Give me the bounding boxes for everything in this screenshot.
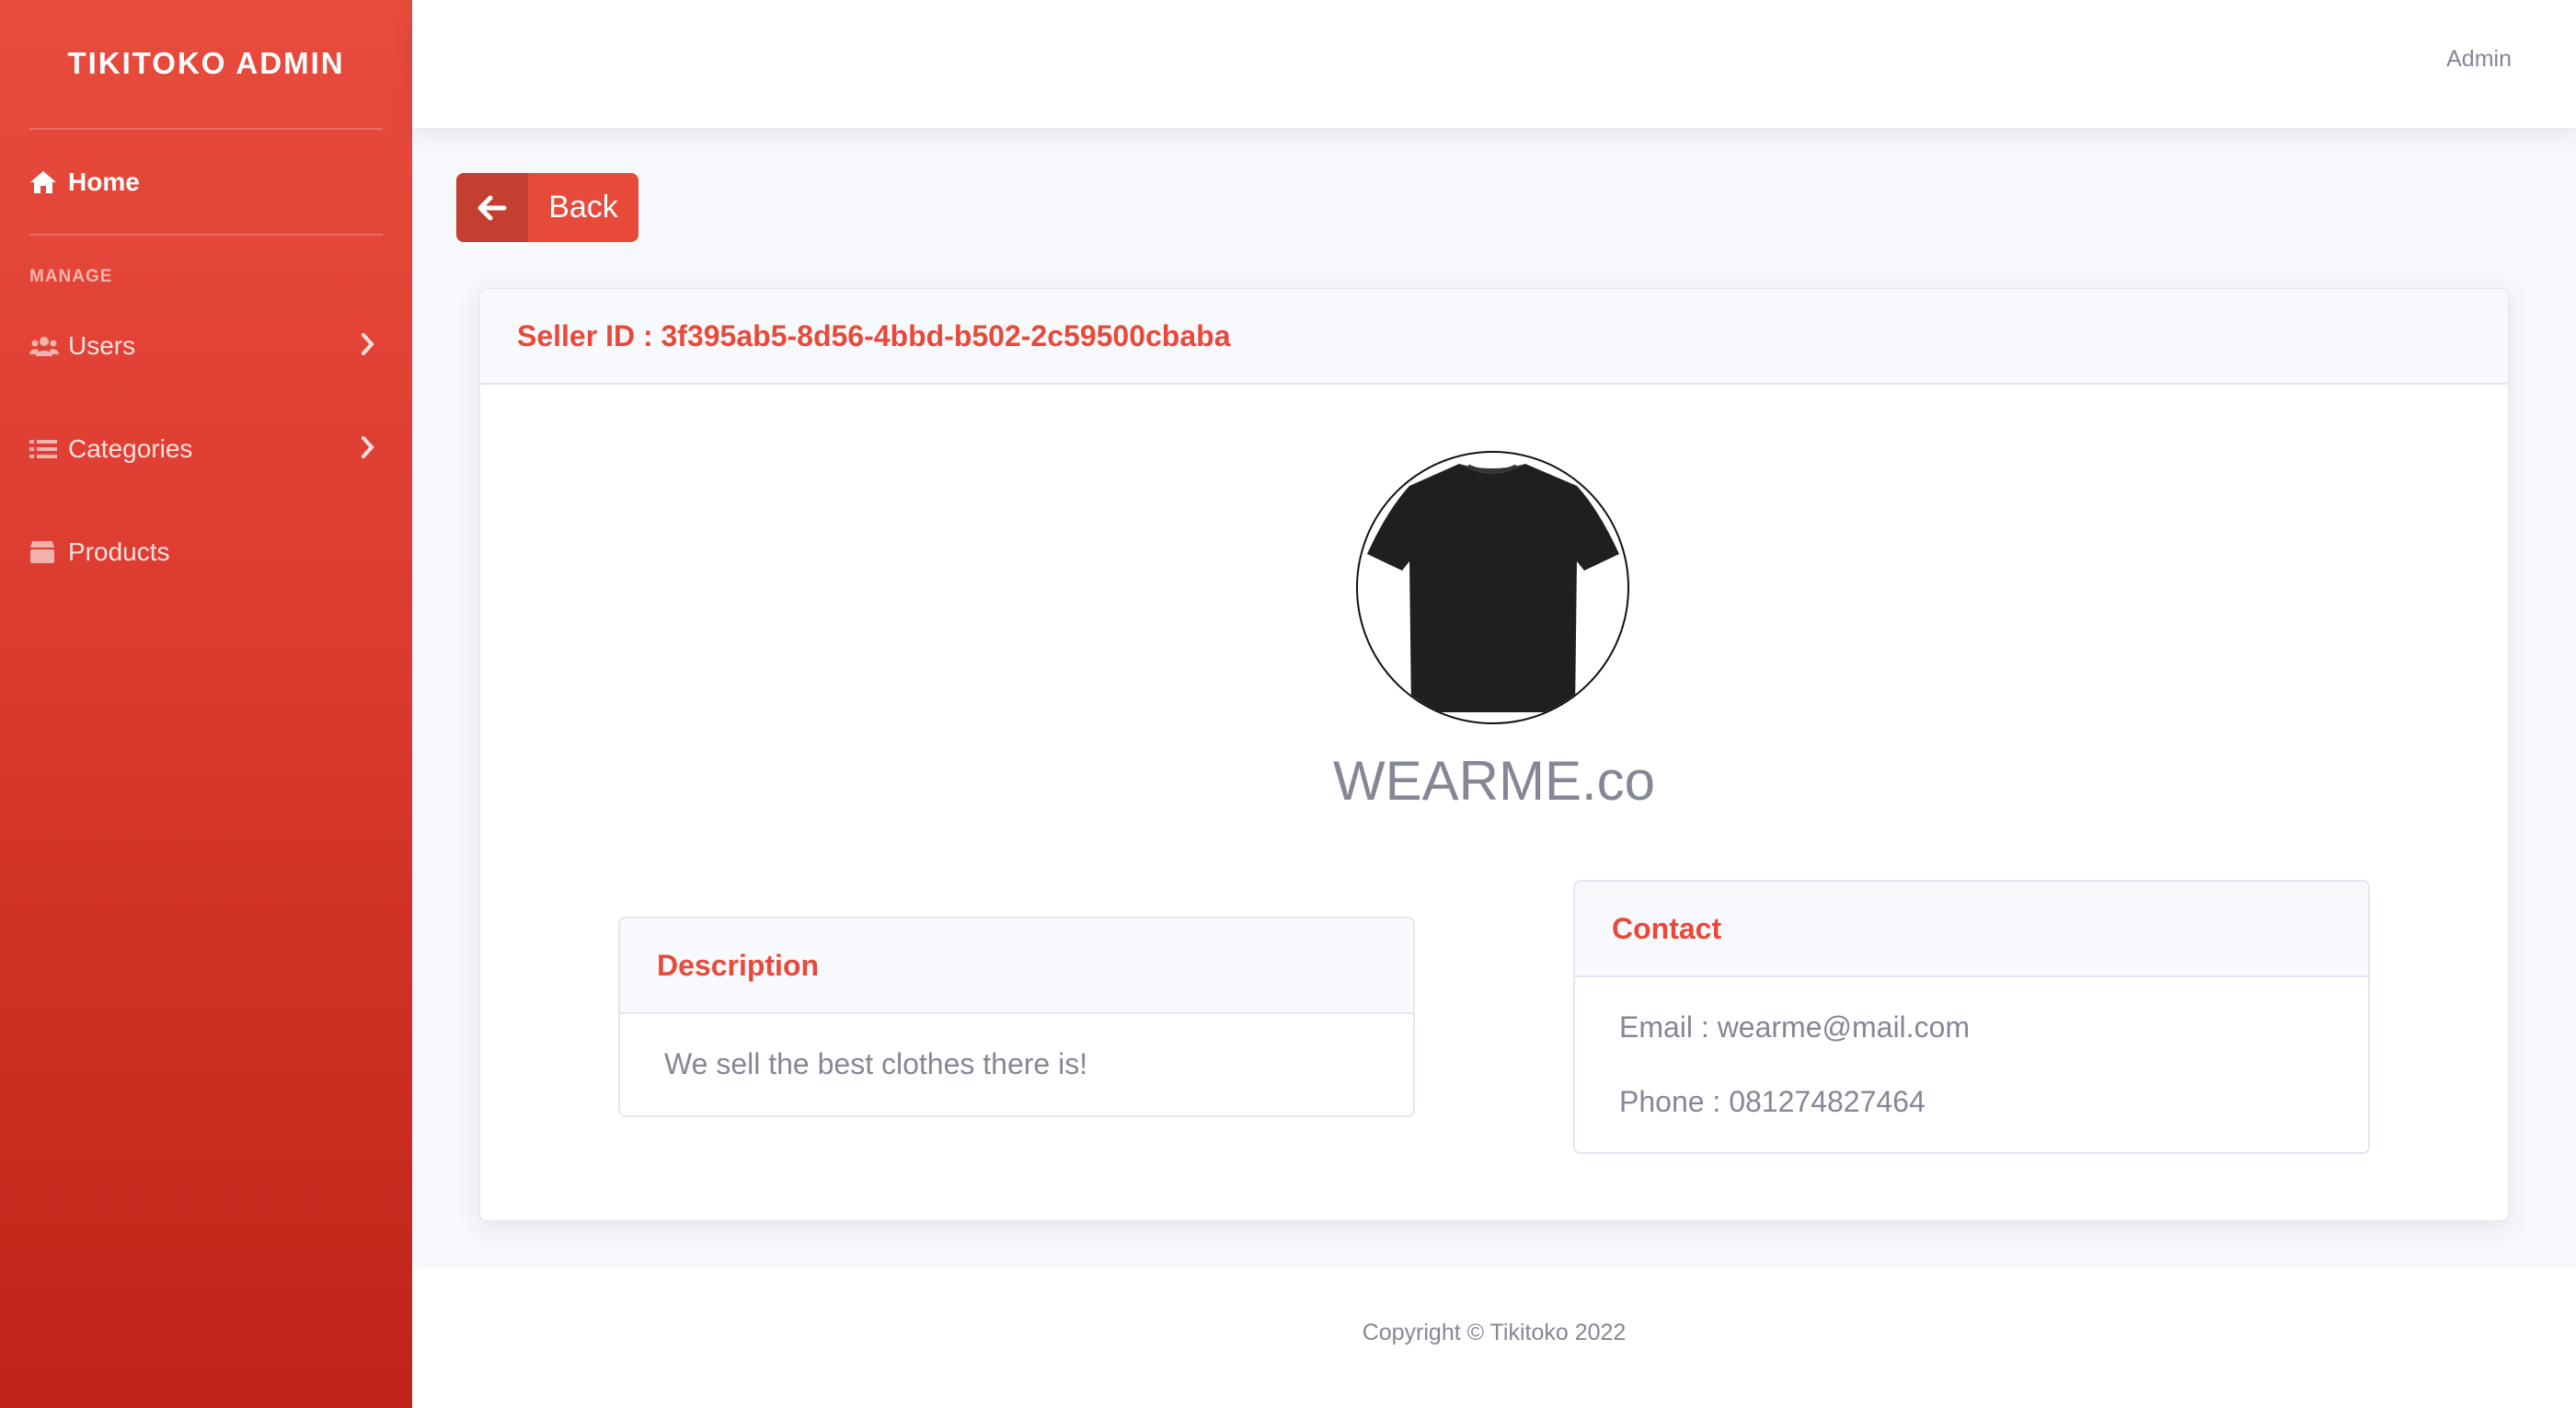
contact-header: Contact: [1575, 882, 2368, 977]
store-name: WEARME.co: [1332, 750, 1656, 812]
contact-title: Contact: [1612, 911, 1722, 945]
arrow-left-icon: [456, 173, 528, 242]
seller-id: Seller ID : 3f395ab5-8d56-4bbd-b502-2c59…: [517, 318, 1231, 352]
sidebar-item-users[interactable]: Users: [29, 318, 383, 374]
seller-detail-card: Seller ID : 3f395ab5-8d56-4bbd-b502-2c59…: [479, 288, 2509, 1221]
seller-card-header: Seller ID : 3f395ab5-8d56-4bbd-b502-2c59…: [480, 289, 2508, 385]
sidebar-heading-manage: MANAGE: [29, 267, 113, 286]
sidebar-item-home[interactable]: Home: [29, 155, 383, 210]
copyright-text: Copyright © Tikitoko 2022: [1362, 1320, 1627, 1345]
chevron-right-icon: [361, 332, 375, 363]
sidebar: TIKITOKO ADMIN Home MANAGE Users Categor…: [0, 0, 412, 1408]
chevron-right-icon: [361, 435, 375, 466]
brand-title[interactable]: TIKITOKO ADMIN: [0, 0, 412, 127]
users-icon: [29, 332, 61, 360]
sidebar-divider: [29, 128, 383, 130]
sidebar-item-label: Categories: [68, 434, 193, 463]
list-icon: [29, 435, 61, 463]
topbar: Admin: [412, 0, 2576, 128]
footer: Copyright © Tikitoko 2022: [412, 1267, 2576, 1408]
home-icon: [29, 168, 61, 196]
description-header: Description: [620, 918, 1413, 1014]
sidebar-item-label: Home: [68, 167, 140, 196]
sidebar-item-label: Users: [68, 331, 136, 360]
box-icon: [29, 538, 61, 566]
sidebar-item-categories[interactable]: Categories: [29, 421, 383, 477]
contact-card: Contact Email : wearme@mail.com Phone : …: [1573, 880, 2370, 1154]
description-card: Description We sell the best clothes the…: [618, 917, 1415, 1117]
contact-email: Email : wearme@mail.com: [1619, 1010, 1970, 1044]
contact-phone: Phone : 081274827464: [1619, 1085, 1926, 1118]
back-button[interactable]: Back: [456, 173, 638, 242]
description-title: Description: [657, 948, 820, 982]
black-tshirt-image: [1367, 464, 1619, 712]
sidebar-item-products[interactable]: Products: [29, 525, 383, 580]
back-button-label: Back: [548, 190, 618, 225]
sidebar-divider: [29, 234, 383, 236]
user-menu-admin[interactable]: Admin: [2446, 46, 2512, 73]
store-avatar: [1356, 451, 1629, 724]
sidebar-item-label: Products: [68, 537, 170, 566]
description-text: We sell the best clothes there is!: [664, 1047, 1088, 1080]
